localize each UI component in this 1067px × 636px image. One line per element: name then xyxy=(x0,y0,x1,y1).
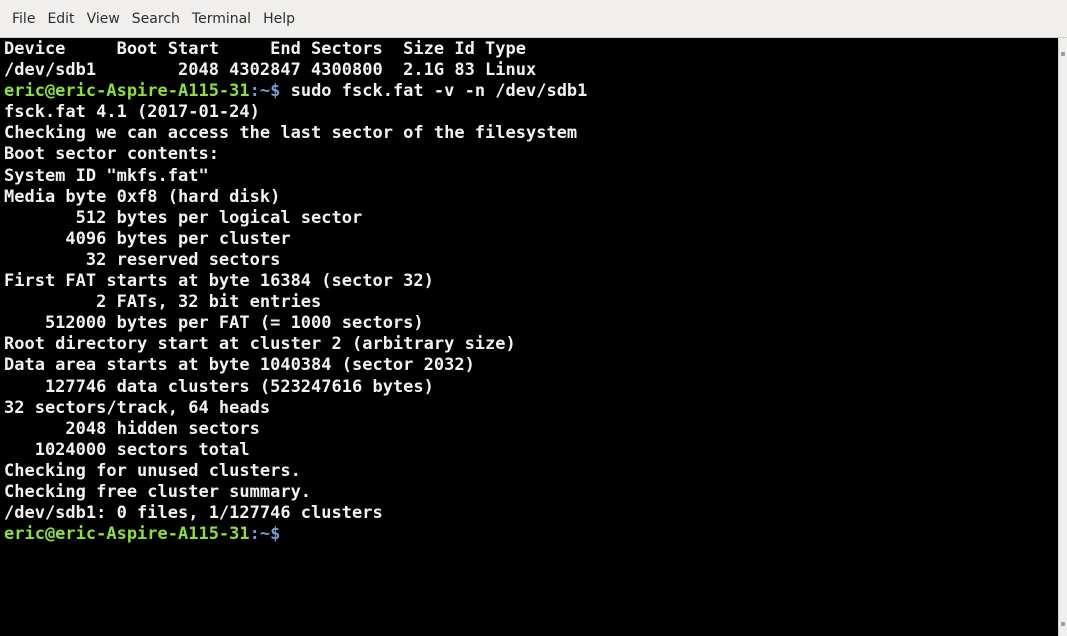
menu-edit[interactable]: Edit xyxy=(41,11,80,27)
terminal-line: First FAT starts at byte 16384 (sector 3… xyxy=(4,271,434,292)
terminal-line: System ID "mkfs.fat" xyxy=(4,165,209,186)
terminal-line: fsck.fat 4.1 (2017-01-24) xyxy=(4,102,260,123)
terminal-line: Boot sector contents: xyxy=(4,144,219,165)
command-text: sudo fsck.fat -v -n /dev/sdb1 xyxy=(280,81,588,102)
terminal-line: /dev/sdb1: 0 files, 1/127746 clusters xyxy=(4,503,383,524)
terminal-output[interactable]: Device Boot Start End Sectors Size Id Ty… xyxy=(0,38,1058,636)
terminal-window: File Edit View Search Terminal Help Devi… xyxy=(0,0,1067,636)
scroll-up-icon[interactable] xyxy=(1061,52,1065,56)
terminal-line: 1024000 sectors total xyxy=(4,439,250,460)
command-line: eric@eric-Aspire-A115-31:~$ sudo fsck.fa… xyxy=(4,81,1058,102)
terminal-line: Root directory start at cluster 2 (arbit… xyxy=(4,334,516,355)
vertical-scrollbar[interactable] xyxy=(1058,38,1067,636)
final-prompt-line: eric@eric-Aspire-A115-31:~$ xyxy=(4,524,1058,545)
terminal-line: 512 bytes per logical sector xyxy=(4,207,363,228)
terminal-line: /dev/sdb1 2048 4302847 4300800 2.1G 83 L… xyxy=(4,60,537,81)
scroll-down-icon[interactable] xyxy=(1061,622,1065,626)
prompt-path: :~$ xyxy=(249,81,281,102)
prompt-user: eric@eric-Aspire-A115-31 xyxy=(4,524,250,545)
terminal-line: 2048 hidden sectors xyxy=(4,418,260,439)
terminal-line: Checking we can access the last sector o… xyxy=(4,123,578,144)
prompt-user: eric@eric-Aspire-A115-31 xyxy=(4,81,250,102)
terminal-line: 4096 bytes per cluster xyxy=(4,228,291,249)
terminal-line: 2 FATs, 32 bit entries xyxy=(4,292,322,313)
menu-search[interactable]: Search xyxy=(126,11,186,27)
terminal-line: Device Boot Start End Sectors Size Id Ty… xyxy=(4,39,526,59)
terminal-line: Data area starts at byte 1040384 (sector… xyxy=(4,355,475,376)
terminal-line: 512000 bytes per FAT (= 1000 sectors) xyxy=(4,313,424,334)
menu-view[interactable]: View xyxy=(81,11,126,27)
terminal-line: 32 reserved sectors xyxy=(4,249,281,270)
menu-terminal[interactable]: Terminal xyxy=(186,11,257,27)
terminal-line: Checking free cluster summary. xyxy=(4,481,312,502)
terminal-line: Media byte 0xf8 (hard disk) xyxy=(4,186,281,207)
terminal-line: Checking for unused clusters. xyxy=(4,460,301,481)
menu-bar: File Edit View Search Terminal Help xyxy=(0,0,1067,38)
terminal-line: 127746 data clusters (523247616 bytes) xyxy=(4,376,434,397)
terminal-line: 32 sectors/track, 64 heads xyxy=(4,397,271,418)
menu-file[interactable]: File xyxy=(6,11,41,27)
menu-help[interactable]: Help xyxy=(257,11,301,27)
prompt-path: :~$ xyxy=(249,524,281,545)
